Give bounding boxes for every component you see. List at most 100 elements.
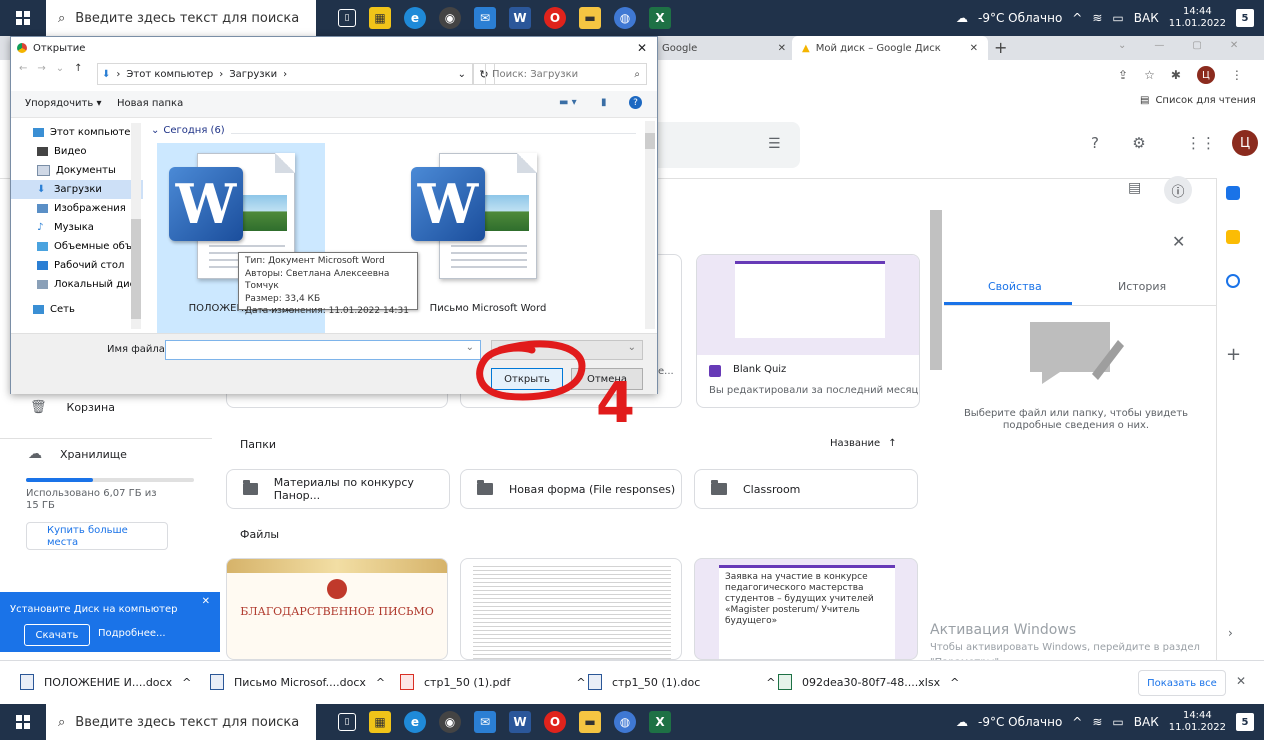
tasks-icon[interactable] [1226, 274, 1240, 288]
edge-icon[interactable]: e [404, 711, 426, 733]
nav-desktop[interactable]: Рабочий стол [11, 256, 143, 275]
mail-icon[interactable]: ✉ [474, 7, 496, 29]
close-icon[interactable]: ✕ [778, 43, 786, 54]
nav-music[interactable]: ♪ Музыка [11, 218, 143, 237]
obs-icon[interactable]: ◉ [439, 711, 461, 733]
minimize-icon[interactable]: — [1154, 40, 1164, 51]
nav-this-pc[interactable]: Этот компьютер [11, 123, 143, 142]
chrome-icon[interactable]: ◍ [614, 711, 636, 733]
nav-downloads[interactable]: ⬇ Загрузки [11, 180, 143, 199]
taskbar-search[interactable]: ⌕ Введите здесь текст для поиска [46, 704, 316, 740]
close-icon[interactable]: ✕ [1230, 40, 1238, 51]
back-arrow-icon[interactable]: ← [19, 63, 27, 74]
notification-icon[interactable]: 5 [1236, 9, 1254, 27]
list-view-icon[interactable]: ▤ [1128, 180, 1141, 196]
nav-videos[interactable]: Видео [11, 142, 143, 161]
dialog-search-input[interactable]: Поиск: Загрузки ⌕ [485, 63, 647, 85]
task-view-icon[interactable]: ▯ [338, 713, 356, 731]
sort-control[interactable]: Название ↑ [830, 438, 897, 449]
close-icon[interactable]: ✕ [970, 43, 978, 54]
keep-icon[interactable] [1226, 230, 1240, 244]
tab-google[interactable]: Google ✕ [660, 36, 792, 60]
file-card-application[interactable]: Заявка на участие в конкурсе педагогичес… [694, 558, 918, 660]
share-icon[interactable]: ⇪ [1118, 68, 1128, 82]
edge-icon[interactable]: e [404, 7, 426, 29]
tab-history[interactable]: История [1118, 280, 1166, 293]
download-item[interactable]: ПОЛОЖЕНИЕ И....docx ^ [20, 666, 191, 698]
new-folder-button[interactable]: Новая папка [117, 98, 183, 109]
reading-list[interactable]: ▤ Список для чтения [1140, 95, 1256, 106]
close-icon[interactable]: ✕ [202, 596, 210, 607]
opera-icon[interactable]: O [544, 711, 566, 733]
close-icon[interactable]: ✕ [1236, 674, 1246, 688]
obs-icon[interactable]: ◉ [439, 7, 461, 29]
download-item[interactable]: Письмо Microsof....docx ^ [210, 666, 385, 698]
explorer-icon[interactable]: ▬ [579, 7, 601, 29]
taskbar-search[interactable]: ⌕ Введите здесь текст для поиска [46, 0, 316, 36]
start-button[interactable] [0, 704, 46, 740]
file-card-letter[interactable]: БЛАГОДАРСТВЕННОЕ ПИСЬМО [226, 558, 448, 660]
dialog-breadcrumb[interactable]: ⬇ › Этот компьютер › Загрузки › ⌄ [97, 63, 473, 85]
chevron-down-icon[interactable]: ⌄ [56, 63, 64, 74]
files-scrollbar[interactable] [645, 121, 655, 329]
show-all-downloads-button[interactable]: Показать все [1138, 670, 1226, 696]
nav-scrollbar[interactable] [131, 123, 141, 329]
download-item[interactable]: 092dea30-80f7-48....xlsx ^ [778, 666, 959, 698]
store-icon[interactable]: ▦ [369, 7, 391, 29]
apps-grid-icon[interactable]: ⋮⋮ [1186, 130, 1216, 156]
close-panel-icon[interactable]: ✕ [1172, 232, 1185, 251]
word-icon[interactable]: W [509, 7, 531, 29]
clock[interactable]: 14:44 11.01.2022 [1169, 710, 1226, 734]
search-options-icon[interactable]: ☰ [768, 136, 781, 152]
excel-icon[interactable]: X [649, 7, 671, 29]
help-icon[interactable]: ? [1082, 130, 1108, 156]
view-options-icon[interactable]: ▬ ▾ [559, 97, 577, 108]
chrome-icon[interactable]: ◍ [614, 7, 636, 29]
notification-icon[interactable]: 5 [1236, 713, 1254, 731]
explorer-icon[interactable]: ▬ [579, 711, 601, 733]
organize-button[interactable]: Упорядочить ▾ [25, 98, 101, 109]
drive-avatar[interactable]: Ц [1232, 130, 1258, 156]
help-icon[interactable]: ? [629, 96, 642, 109]
store-icon[interactable]: ▦ [369, 711, 391, 733]
sidebar-item-trash[interactable]: 🗑 Корзина [30, 400, 115, 415]
menu-icon[interactable]: ⋮ [1231, 68, 1243, 82]
wifi-icon[interactable]: ≋ [1092, 715, 1102, 729]
chevron-up-icon[interactable]: ^ [766, 676, 775, 689]
file-card-document[interactable] [460, 558, 682, 660]
wifi-icon[interactable]: ≋ [1092, 11, 1102, 25]
chevron-down-icon[interactable]: ⌄ [458, 69, 466, 80]
battery-icon[interactable]: ▭ [1112, 715, 1123, 729]
word-icon[interactable]: W [509, 711, 531, 733]
file-item[interactable]: W Письмо Microsoft Word [399, 143, 567, 335]
excel-icon[interactable]: X [649, 711, 671, 733]
preview-pane-icon[interactable]: ▮ [601, 97, 607, 108]
download-item[interactable]: стр1_50 (1).pdf ^ [400, 666, 586, 698]
buy-storage-button[interactable]: Купить больше места [26, 522, 168, 550]
chevron-up-icon[interactable]: ^ [1072, 715, 1082, 729]
chevron-up-icon[interactable]: ^ [950, 676, 959, 689]
settings-gear-icon[interactable]: ⚙ [1126, 130, 1152, 156]
tab-drive[interactable]: ▲ Мой диск – Google Диск ✕ [792, 36, 988, 60]
nav-3d-objects[interactable]: Объемные объе [11, 237, 143, 256]
chevron-down-icon[interactable]: ⌄ [1118, 40, 1126, 51]
opera-icon[interactable]: O [544, 7, 566, 29]
nav-documents[interactable]: Документы [11, 161, 143, 180]
chevron-up-icon[interactable]: ^ [182, 676, 191, 689]
calendar-icon[interactable] [1226, 186, 1240, 200]
info-icon[interactable]: ⓘ [1164, 176, 1192, 204]
chevron-up-icon[interactable]: ^ [576, 676, 585, 689]
download-button[interactable]: Скачать [24, 624, 90, 646]
maximize-icon[interactable]: ▢ [1192, 40, 1201, 51]
mail-icon[interactable]: ✉ [474, 711, 496, 733]
battery-icon[interactable]: ▭ [1112, 11, 1123, 25]
star-icon[interactable]: ☆ [1144, 68, 1155, 82]
chevron-up-icon[interactable]: ^ [376, 676, 385, 689]
add-addon-icon[interactable]: + [1226, 344, 1241, 365]
nav-local-disk[interactable]: Локальный диск [11, 275, 143, 294]
task-view-icon[interactable]: ▯ [338, 9, 356, 27]
nav-pictures[interactable]: Изображения [11, 199, 143, 218]
up-arrow-icon[interactable]: ↑ [74, 63, 82, 74]
close-icon[interactable]: ✕ [637, 41, 647, 55]
extensions-icon[interactable]: ✱ [1171, 68, 1181, 82]
